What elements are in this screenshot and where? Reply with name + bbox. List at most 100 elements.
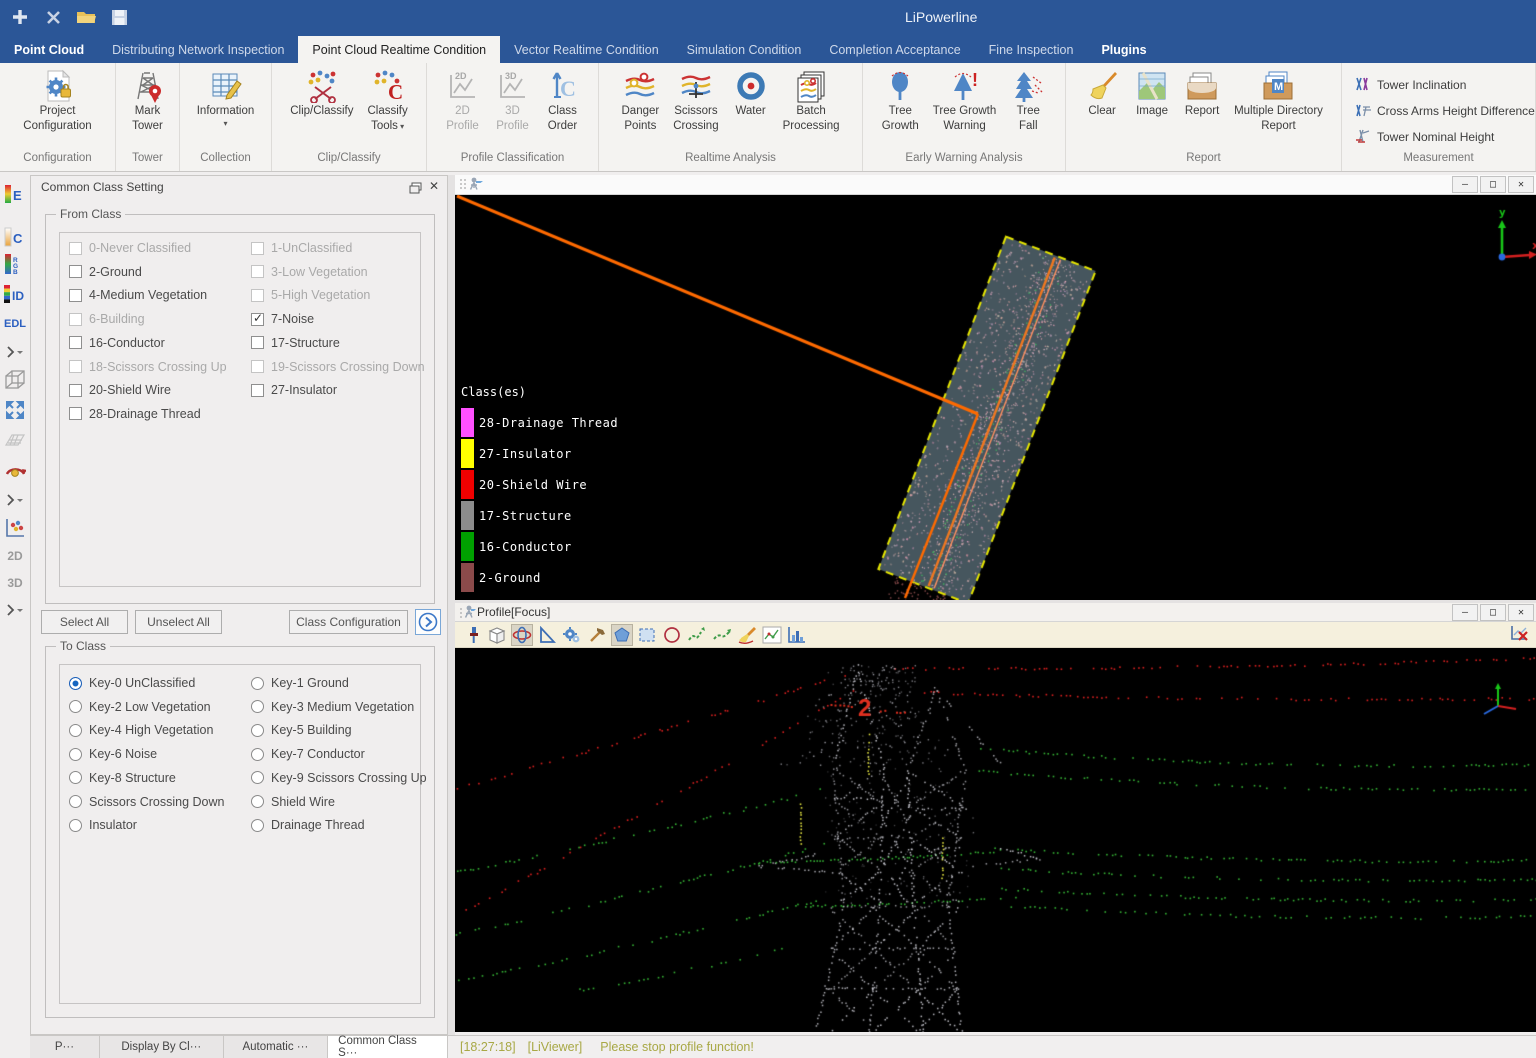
radio-circle[interactable] [251, 700, 264, 714]
save-icon[interactable] [107, 5, 131, 29]
radio-circle[interactable] [251, 795, 264, 808]
to-class-radio-insulator[interactable]: Insulator [69, 818, 137, 832]
float-panel-icon[interactable] [409, 181, 423, 195]
grid-view-icon[interactable] [2, 428, 28, 452]
viewer-3d-titlebar[interactable]: – □ ✕ [455, 175, 1536, 195]
class-checkbox-0-never-classified[interactable]: 0-Never Classified [69, 241, 191, 255]
circle-select-icon[interactable] [661, 624, 683, 646]
radio-circle[interactable] [69, 723, 82, 737]
hammer-tool-icon[interactable] [586, 624, 608, 646]
ribbon-button-information[interactable]: Information ▾ [191, 68, 261, 129]
checkbox-box[interactable] [251, 265, 264, 279]
ribbon-button-classify-tools[interactable]: C Classify Tools ▾ [362, 68, 414, 134]
checkbox-box[interactable] [69, 312, 82, 326]
more-dimension-options-icon[interactable] [2, 598, 28, 622]
class-checkbox-1-unclassified[interactable]: 1-UnClassified [251, 241, 352, 255]
class-checkbox-28-drainage-thread[interactable]: 28-Drainage Thread [69, 407, 201, 421]
class-checkbox-2-ground[interactable]: 2-Ground [69, 265, 142, 279]
profile-walk-icon[interactable] [711, 624, 733, 646]
more-view-options-icon[interactable] [2, 488, 28, 512]
menu-tab-distributing-network-inspection[interactable]: Distributing Network Inspection [98, 36, 298, 63]
checkbox-box[interactable] [69, 265, 82, 279]
ribbon-button-tree-growth[interactable]: Tree Growth [876, 68, 925, 134]
exit-profile-icon[interactable] [1510, 624, 1530, 647]
ribbon-button-cross-arms-height-difference[interactable]: Cross Arms Height Difference [1354, 101, 1535, 121]
radio-circle[interactable] [69, 818, 82, 832]
ribbon-button-multiple-directory-report[interactable]: M Multiple Directory Report [1228, 68, 1329, 134]
menu-tab-completion-acceptance[interactable]: Completion Acceptance [815, 36, 974, 63]
class-checkbox-27-insulator[interactable]: 27-Insulator [251, 383, 337, 397]
ribbon-button-danger-points[interactable]: Danger Points [616, 68, 666, 134]
ribbon-button-2d-profile[interactable]: 2D 2D Profile [439, 68, 487, 134]
ribbon-button-tower-inclination[interactable]: Tower Inclination [1354, 75, 1466, 95]
radio-circle[interactable] [251, 723, 264, 737]
orbit-rotate-icon[interactable] [511, 623, 533, 646]
radio-circle[interactable] [251, 676, 264, 690]
to-class-radio-key-7-conductor[interactable]: Key-7 Conductor [251, 747, 365, 761]
checkbox-box[interactable] [69, 360, 82, 373]
radio-circle[interactable] [69, 771, 82, 785]
mini-chart-icon[interactable] [761, 624, 783, 646]
class-checkbox-4-medium-vegetation[interactable]: 4-Medium Vegetation [69, 288, 207, 302]
close-button[interactable]: ✕ [1508, 604, 1534, 621]
checkbox-box[interactable] [251, 311, 264, 326]
radio-circle[interactable] [69, 747, 82, 761]
to-class-radio-key-8-structure[interactable]: Key-8 Structure [69, 771, 176, 785]
elevation-render-icon[interactable]: E [2, 182, 28, 206]
close-project-icon[interactable] [41, 5, 65, 29]
histogram-icon[interactable] [786, 624, 808, 646]
settings-gears-icon[interactable] [561, 624, 583, 646]
minimize-button[interactable]: – [1452, 604, 1478, 621]
to-class-radio-scissors-crossing-down[interactable]: Scissors Crossing Down [69, 795, 224, 809]
profile-tool-icon[interactable] [2, 516, 28, 540]
menu-tab-point-cloud-realtime-condition[interactable]: Point Cloud Realtime Condition [298, 36, 501, 63]
brush-classify-icon[interactable] [736, 624, 758, 646]
menu-tab-simulation-condition[interactable]: Simulation Condition [673, 36, 816, 63]
class-checkbox-3-low-vegetation[interactable]: 3-Low Vegetation [251, 265, 368, 279]
to-class-radio-key-3-medium-vegetation[interactable]: Key-3 Medium Vegetation [251, 700, 414, 714]
checkbox-box[interactable] [69, 407, 82, 421]
profile-walk-up-icon[interactable] [686, 624, 708, 646]
checkbox-box[interactable] [251, 360, 264, 373]
to-class-radio-key-5-building[interactable]: Key-5 Building [251, 723, 352, 737]
class-checkbox-5-high-vegetation[interactable]: 5-High Vegetation [251, 288, 370, 302]
close-button[interactable]: ✕ [1508, 176, 1534, 193]
menu-tab-plugins[interactable]: Plugins [1087, 36, 1160, 63]
minimize-button[interactable]: – [1452, 176, 1478, 193]
to-class-radio-key-2-low-vegetation[interactable]: Key-2 Low Vegetation [69, 700, 211, 714]
edl-render-label[interactable]: EDL [2, 312, 28, 336]
ribbon-button-scissors-crossing[interactable]: Scissors Crossing [667, 68, 724, 134]
maximize-button[interactable]: □ [1480, 176, 1506, 193]
ribbon-button-tree-fall[interactable]: Tree Fall [1004, 68, 1052, 134]
to-class-radio-drainage-thread[interactable]: Drainage Thread [251, 818, 365, 832]
radio-circle[interactable] [251, 747, 264, 761]
classid-render-icon[interactable]: ID [2, 282, 28, 306]
checkbox-box[interactable] [251, 383, 264, 397]
class-checkbox-7-noise[interactable]: 7-Noise [251, 311, 314, 326]
cube-view-icon[interactable] [2, 368, 28, 392]
close-panel-icon[interactable]: ✕ [427, 179, 441, 193]
cube-icon[interactable] [486, 624, 508, 646]
checkbox-box[interactable] [251, 288, 264, 302]
radio-circle[interactable] [69, 795, 82, 808]
profile-titlebar[interactable]: Profile[Focus] – □ ✕ [455, 603, 1536, 622]
new-project-icon[interactable] [8, 5, 32, 29]
run-classification-button[interactable] [415, 609, 441, 635]
class-checkbox-6-building[interactable]: 6-Building [69, 312, 145, 326]
ribbon-button-class-order[interactable]: C Class Order [539, 68, 587, 134]
zoom-extent-icon[interactable] [2, 398, 28, 422]
ribbon-button-image[interactable]: Image [1128, 68, 1176, 119]
polygon-select-icon[interactable] [611, 623, 633, 646]
ribbon-button-project-configuration[interactable]: Project Configuration [17, 68, 97, 134]
class-checkbox-20-shield-wire[interactable]: 20-Shield Wire [69, 383, 171, 397]
pushpin-icon[interactable] [461, 624, 483, 646]
menu-tab-vector-realtime-condition[interactable]: Vector Realtime Condition [500, 36, 673, 63]
checkbox-box[interactable] [69, 241, 82, 255]
ribbon-button-report[interactable]: Report [1178, 68, 1226, 119]
angle-measure-icon[interactable] [536, 624, 558, 646]
class-checkbox-19-scissors-crossing-down[interactable]: 19-Scissors Crossing Down [251, 360, 425, 374]
panel-tab-3[interactable]: Common Class S··· [328, 1035, 449, 1058]
panel-tab-0[interactable]: P··· [30, 1036, 100, 1058]
ribbon-button-tree-growth-warning[interactable]: ! Tree Growth Warning [927, 68, 1002, 134]
class-configuration-button[interactable]: Class Configuration [289, 610, 408, 634]
